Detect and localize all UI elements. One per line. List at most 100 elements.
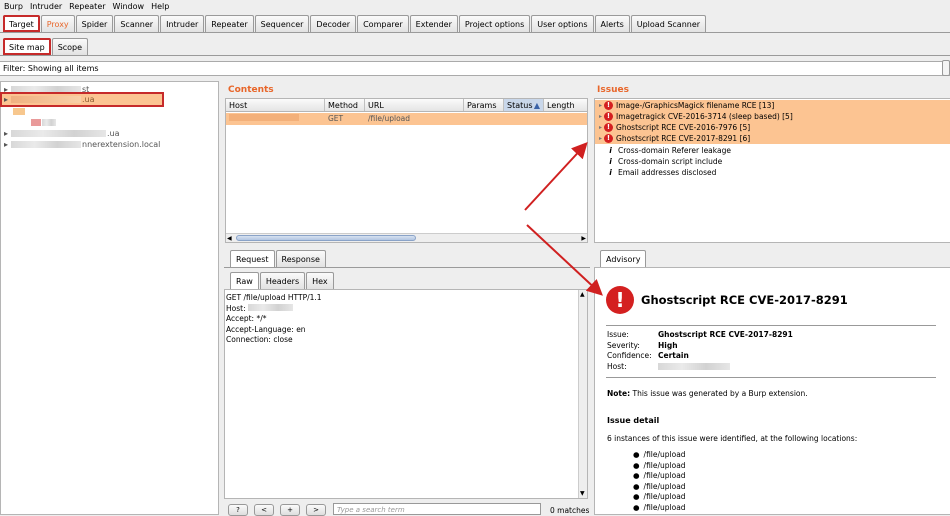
tree-node-4[interactable]: ▸ nnerextension.local (4, 139, 160, 149)
expand-arrow-icon[interactable]: ▸ (4, 140, 8, 149)
table-row[interactable]: GET /file/upload (226, 113, 587, 125)
issue-item[interactable]: i Email addresses disclosed (595, 167, 950, 178)
filter-bar[interactable]: Filter: Showing all items (0, 61, 950, 76)
expand-arrow-icon[interactable]: ▸ (4, 95, 8, 104)
tab-spider[interactable]: Spider (75, 15, 114, 32)
tree-node-label: .ua (82, 95, 95, 104)
redacted-block (31, 118, 41, 126)
tree-node-2-selected[interactable]: ▸ .ua (0, 92, 164, 107)
col-params[interactable]: Params (464, 99, 504, 111)
tab-headers[interactable]: Headers (259, 272, 306, 289)
expand-arrow-icon[interactable]: ▸ (599, 124, 602, 131)
tab-advisory[interactable]: Advisory (600, 250, 647, 267)
tab-hex[interactable]: Hex (306, 272, 334, 289)
tab-sequencer[interactable]: Sequencer (254, 15, 310, 32)
issue-item[interactable]: ▸! Image-/GraphicsMagick filename RCE [13… (595, 100, 950, 111)
tab-response[interactable]: Response (275, 250, 326, 267)
col-url[interactable]: URL (365, 99, 464, 111)
scroll-down-icon[interactable]: ▼ (580, 490, 585, 497)
tab-repeater[interactable]: Repeater (205, 15, 254, 32)
advisory-tab-bar: Advisory (600, 250, 647, 267)
expand-arrow-icon[interactable]: ▸ (4, 85, 8, 94)
help-button[interactable]: ? (228, 504, 248, 516)
tab-decoder[interactable]: Decoder (310, 15, 357, 32)
issue-detail-text: 6 instances of this issue were identifie… (607, 434, 858, 443)
menu-help[interactable]: Help (151, 2, 169, 11)
tab-target[interactable]: Target (3, 15, 40, 32)
redacted-host (11, 140, 82, 148)
advisory-panel: ! Ghostscript RCE CVE-2017-8291 Issue: Gh… (594, 267, 950, 515)
request-line-accept: Accept: */* (226, 314, 267, 323)
cell-method: GET (328, 114, 344, 123)
menu-window[interactable]: Window (113, 2, 145, 11)
col-method[interactable]: Method (325, 99, 365, 111)
expand-arrow-icon[interactable]: ▸ (4, 129, 8, 138)
tab-site-map[interactable]: Site map (3, 38, 51, 55)
issue-label: Cross-domain script include (618, 157, 723, 166)
scroll-thumb[interactable] (236, 235, 416, 241)
tab-upload-scanner[interactable]: Upload Scanner (630, 15, 707, 32)
tab-alerts[interactable]: Alerts (594, 15, 630, 32)
issue-label: Ghostscript RCE CVE-2016-7976 [5] (616, 123, 751, 132)
high-severity-icon: ! (604, 134, 614, 143)
tab-scope[interactable]: Scope (51, 38, 89, 55)
note-text: This issue was generated by a Burp exten… (630, 389, 808, 398)
redacted-host (11, 129, 107, 137)
issue-item[interactable]: ▸! Ghostscript RCE CVE-2016-7976 [5] (595, 122, 950, 133)
request-text[interactable]: GET /file/upload HTTP/1.1 Host: Accept: … (226, 293, 322, 346)
search-input[interactable]: Type a search term (333, 503, 541, 515)
list-item: ●/file/upload (633, 492, 686, 501)
request-line-host: Host: (226, 303, 322, 315)
tree-node-label: nnerextension.local (82, 139, 161, 149)
issue-item[interactable]: i Cross-domain script include (595, 156, 950, 167)
tab-scanner[interactable]: Scanner (114, 15, 160, 32)
prev-button[interactable]: < (254, 504, 274, 516)
filter-button[interactable] (942, 60, 950, 76)
tree-node-1[interactable]: ▸ st (4, 84, 89, 94)
col-host[interactable]: Host (226, 99, 325, 111)
field-confidence: Confidence: Certain (607, 351, 793, 362)
issue-item[interactable]: i Cross-domain Referer leakage (595, 145, 950, 156)
tab-user-options[interactable]: User options (531, 15, 594, 32)
menu-repeater[interactable]: Repeater (69, 2, 105, 11)
tab-intruder[interactable]: Intruder (160, 15, 205, 32)
tab-raw[interactable]: Raw (230, 272, 259, 289)
contents-title: Contents (228, 85, 274, 95)
scroll-up-icon[interactable]: ▲ (580, 291, 585, 298)
issue-item[interactable]: ▸! Imagetragick CVE-2016-3714 (sleep base… (595, 111, 950, 122)
request-editor[interactable]: GET /file/upload HTTP/1.1 Host: Accept: … (224, 289, 588, 499)
field-severity: Severity: High (607, 341, 793, 352)
contents-header: Host Method URL Params Status ▲ Length (226, 99, 587, 112)
tree-child-redacted-b[interactable] (31, 117, 57, 127)
sort-asc-icon: ▲ (533, 101, 540, 110)
col-length[interactable]: Length (544, 99, 587, 111)
tree-node-3[interactable]: ▸ .ua (4, 128, 120, 138)
forward-button[interactable]: > (306, 504, 326, 516)
tree-child-redacted-a[interactable] (13, 106, 26, 116)
vertical-scrollbar[interactable]: ▲ ▼ (578, 290, 587, 498)
expand-arrow-icon[interactable]: ▸ (599, 113, 602, 120)
advisory-title: Ghostscript RCE CVE-2017-8291 (641, 293, 848, 307)
issue-item-selected[interactable]: ▸! Ghostscript RCE CVE-2017-8291 [6] (595, 133, 950, 144)
tab-project-options[interactable]: Project options (458, 15, 531, 32)
tab-extender[interactable]: Extender (409, 15, 458, 32)
host-label: Host: (226, 303, 246, 313)
menu-burp[interactable]: Burp (4, 2, 23, 11)
expand-arrow-icon[interactable]: ▸ (599, 102, 602, 109)
col-status[interactable]: Status ▲ (504, 99, 544, 111)
scroll-right-icon[interactable]: ▶ (581, 235, 586, 242)
horizontal-scrollbar[interactable]: ◀ ▶ (226, 233, 587, 242)
redacted-block (13, 107, 25, 115)
tab-comparer[interactable]: Comparer (357, 15, 409, 32)
site-map-tree[interactable]: ▸ st ▸ .ua ▸ .ua ▸ nnerextension.local (0, 81, 219, 515)
advisory-note: Note: This issue was generated by a Burp… (607, 389, 808, 398)
expand-arrow-icon[interactable]: ▸ (599, 135, 602, 142)
tab-request[interactable]: Request (230, 250, 275, 267)
tab-proxy[interactable]: Proxy (40, 15, 75, 32)
issue-detail-heading: Issue detail (607, 416, 660, 425)
issues-title: Issues (597, 85, 629, 95)
scroll-left-icon[interactable]: ◀ (227, 235, 232, 242)
high-severity-icon: ! (604, 123, 614, 132)
next-match-button[interactable]: + (280, 504, 300, 516)
menu-intruder[interactable]: Intruder (30, 2, 62, 11)
